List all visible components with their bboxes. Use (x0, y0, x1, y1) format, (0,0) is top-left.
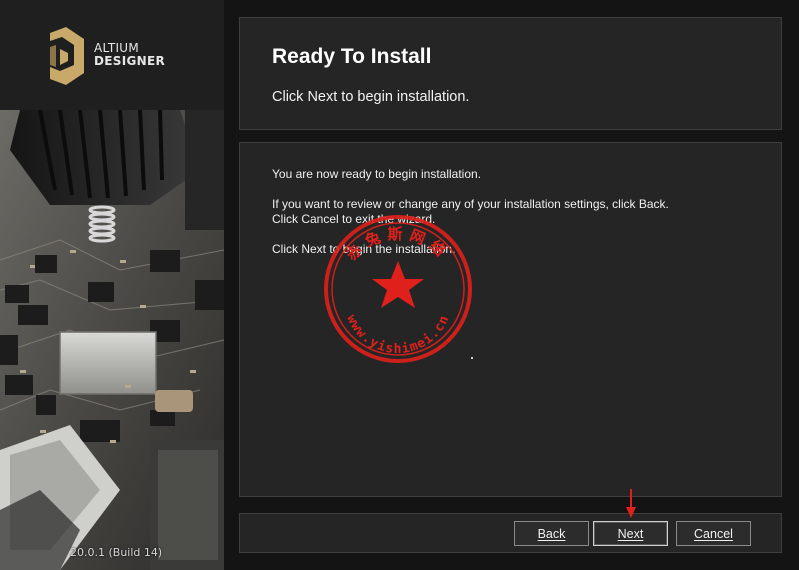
altium-logo-icon (50, 27, 84, 85)
page-subtitle: Click Next to begin installation. (272, 89, 470, 105)
version-label: 20.0.1 (Build 14) (70, 546, 163, 559)
content-panel: You are now ready to begin installation.… (239, 142, 782, 497)
logo-area: ALTIUM DESIGNER (0, 0, 224, 110)
watermark-top-text: 赤兔斯网络 (343, 225, 448, 264)
page-title: Ready To Install (272, 45, 432, 68)
brand-name: ALTIUM DESIGNER (94, 42, 165, 68)
brand-name-line2: DESIGNER (94, 54, 165, 68)
star-icon (372, 261, 424, 308)
instruction-line-2: If you want to review or change any of y… (272, 197, 669, 211)
down-arrow-icon (626, 489, 636, 518)
instruction-line-1: You are now ready to begin installation. (272, 167, 482, 181)
cancel-button[interactable]: Cancel (676, 521, 751, 546)
back-button[interactable]: Back (514, 521, 589, 546)
watermark-stamp: 赤兔斯网络 www.yishimei.cn (324, 215, 472, 363)
header-panel: Ready To Install Click Next to begin ins… (239, 17, 782, 130)
circuit-board-image (0, 110, 224, 570)
next-button[interactable]: Next (593, 521, 668, 546)
sidebar: ALTIUM DESIGNER 20.0.1 (Build 14) (0, 0, 224, 570)
svg-text:赤兔斯网络: 赤兔斯网络 (343, 225, 454, 264)
button-bar: Back Next Cancel (239, 513, 782, 553)
